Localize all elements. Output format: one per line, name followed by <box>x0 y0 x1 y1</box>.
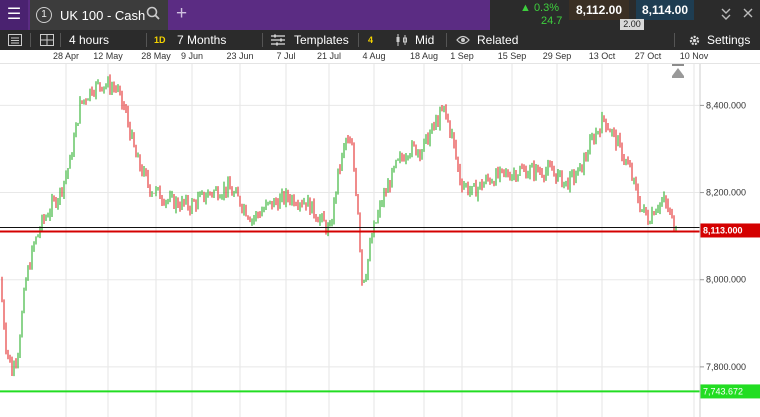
toolbar-divider <box>446 33 447 47</box>
toolbar-divider <box>30 33 31 47</box>
instrument-number-badge: 1 <box>36 7 52 23</box>
price-chart[interactable]: 8,113.000 7,743.672 8,400.000 8,200.000 8,0… <box>0 64 760 417</box>
date-axis: 28 Apr 12 May 28 May 9 Jun 23 Jun 7 Jul … <box>0 50 760 64</box>
related-button[interactable]: Related <box>477 30 518 50</box>
toolbar-divider <box>262 33 263 47</box>
date-label: 12 May <box>93 51 123 61</box>
toolbar-divider <box>146 33 147 47</box>
date-label: 7 Jul <box>276 51 296 61</box>
search-icon[interactable] <box>146 6 160 24</box>
templates-icon[interactable] <box>271 30 285 50</box>
buy-price-button[interactable]: 8,114.00 <box>636 0 694 20</box>
collapse-icon[interactable] <box>720 7 732 24</box>
current-price-label: 8,113.000 <box>703 225 743 235</box>
date-label: 10 Nov <box>679 51 709 61</box>
y-tick-label: 7,800.000 <box>706 362 746 372</box>
toolbar-divider <box>60 33 61 47</box>
candlestick-icon[interactable] <box>395 30 409 50</box>
instrument-tab[interactable]: 1 UK 100 - Cash <box>30 0 168 30</box>
chart-toolbar: 4 hours 1D 7 Months Templates 4 Mid Rela… <box>0 30 760 50</box>
list-icon[interactable] <box>8 30 22 50</box>
spread-value: 2.00 <box>620 19 644 30</box>
gear-icon[interactable] <box>688 30 701 50</box>
templates-menu[interactable]: Templates <box>294 30 349 50</box>
date-label: 18 Aug <box>409 51 439 61</box>
plus-icon[interactable]: + <box>176 3 187 25</box>
instrument-name: UK 100 - Cash <box>60 7 146 23</box>
date-label: 13 Oct <box>588 51 616 61</box>
date-label: 28 May <box>141 51 171 61</box>
interval-selector[interactable]: 4 hours <box>69 30 109 50</box>
change-percent: ▲ 0.3% <box>520 2 560 14</box>
date-label: 21 Jul <box>316 51 342 61</box>
y-tick-label: 8,200.000 <box>706 188 746 198</box>
date-label: 4 Aug <box>362 51 386 61</box>
date-label: 29 Sep <box>542 51 572 61</box>
eye-icon[interactable] <box>456 30 470 50</box>
templates-badge: 4 <box>368 35 374 45</box>
interval-badge: 1D <box>154 35 166 45</box>
toolbar-divider <box>674 33 675 47</box>
date-label: 23 Jun <box>226 51 254 61</box>
y-tick-label: 8,400.000 <box>706 100 746 110</box>
change-points: 24.7 <box>541 15 563 27</box>
y-tick-label: 8,000.000 <box>706 275 746 285</box>
layout-grid-icon[interactable] <box>40 30 54 50</box>
top-bar: ☰ 1 UK 100 - Cash + ▲ 0.3% 24.7 8,112.00… <box>0 0 760 30</box>
range-selector[interactable]: 7 Months <box>177 30 226 50</box>
sell-price-button[interactable]: 8,112.00 <box>569 0 629 20</box>
date-label: 27 Oct <box>634 51 662 61</box>
date-label: 28 Apr <box>52 51 80 61</box>
date-label: 15 Sep <box>497 51 527 61</box>
date-label: 9 Jun <box>180 51 204 61</box>
chart-background <box>0 64 760 417</box>
date-label: 1 Sep <box>450 51 474 61</box>
close-icon[interactable] <box>742 7 754 22</box>
quote-panel: ▲ 0.3% 24.7 8,112.00 8,114.00 2.00 <box>490 0 760 30</box>
price-mode-selector[interactable]: Mid <box>415 30 434 50</box>
hamburger-icon[interactable]: ☰ <box>0 0 28 30</box>
alert-price-label: 7,743.672 <box>703 386 743 396</box>
toolbar-divider <box>358 33 359 47</box>
settings-button[interactable]: Settings <box>707 30 750 50</box>
